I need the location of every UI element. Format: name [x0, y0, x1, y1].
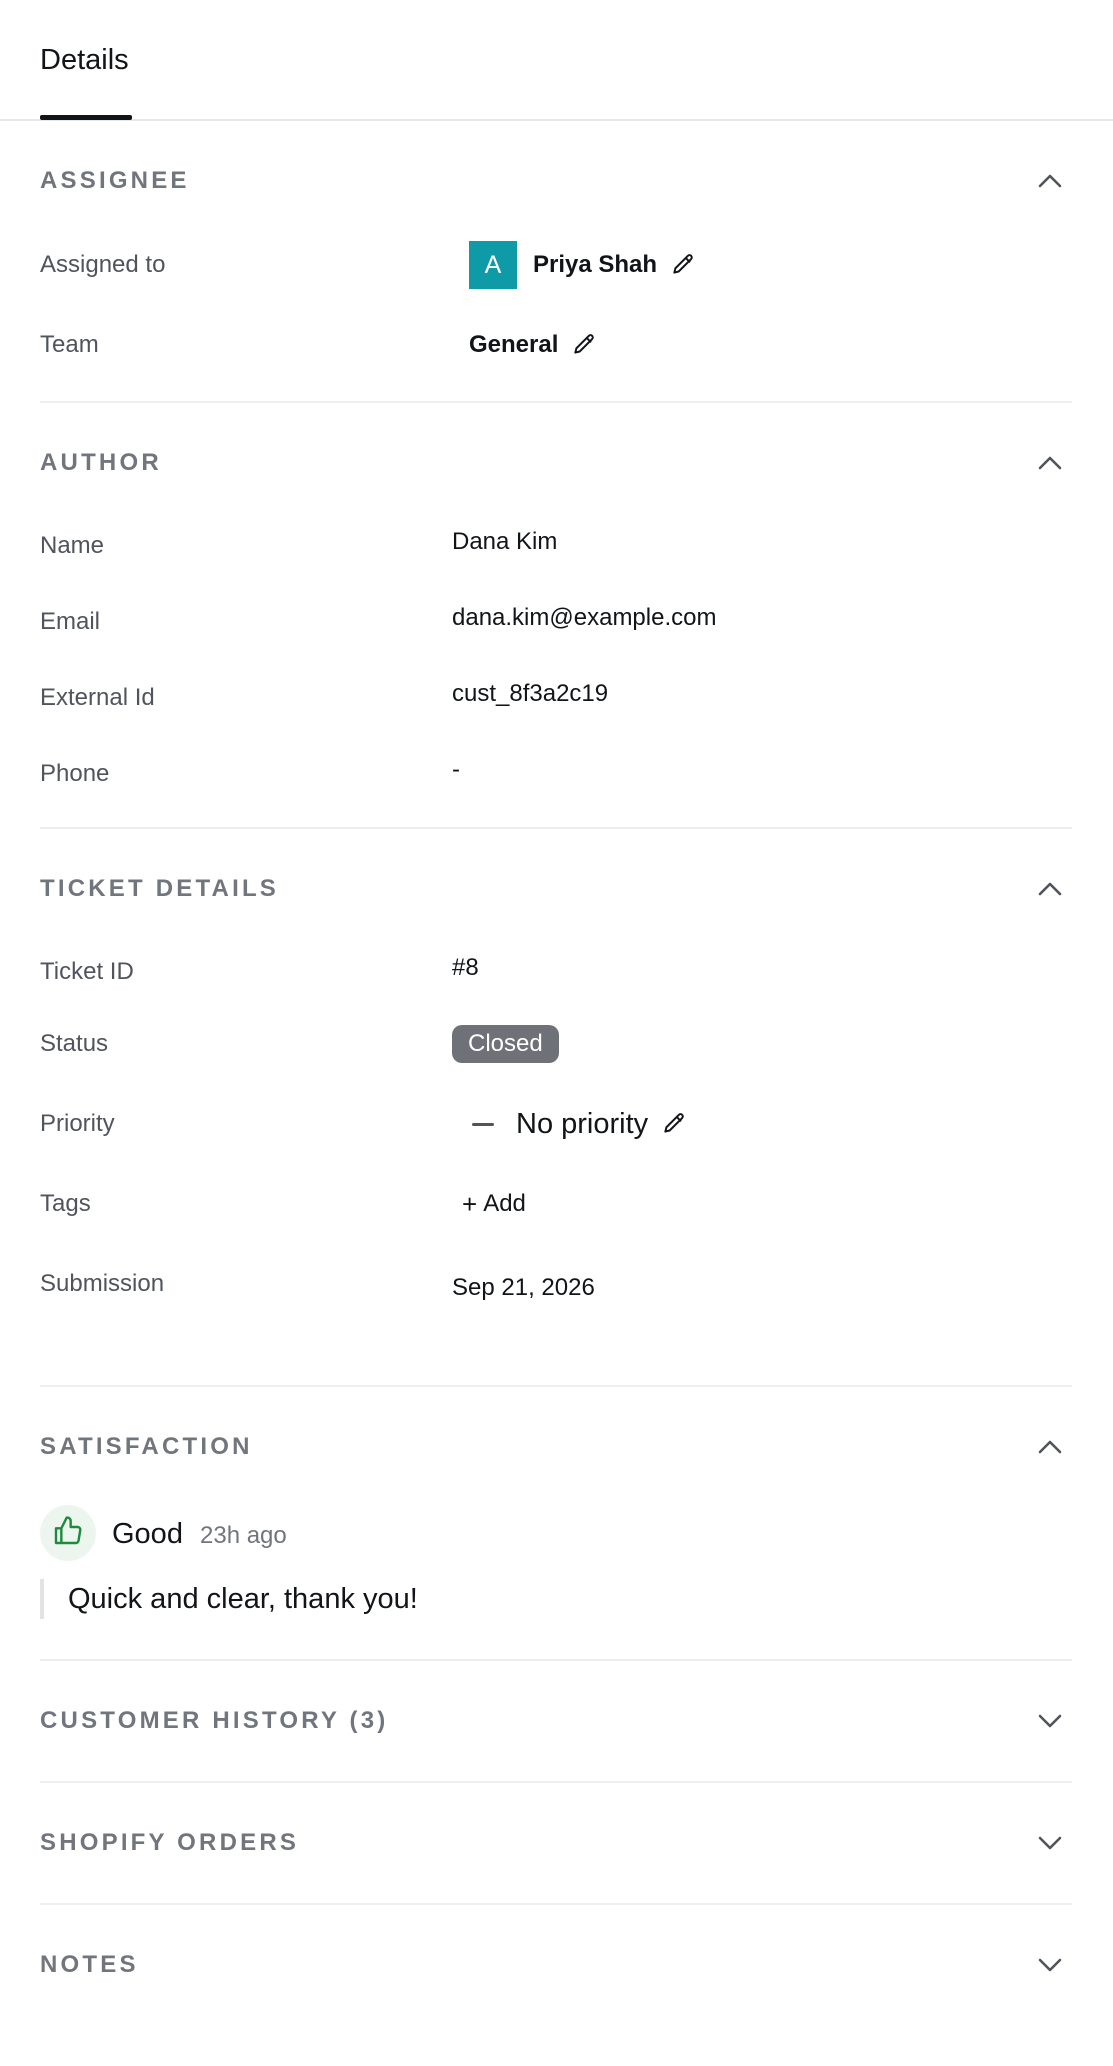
priority-label: Priority	[40, 1110, 115, 1137]
chevron-up-icon[interactable]	[1036, 449, 1064, 477]
customer-history-section: CUSTOMER HISTORY (3)	[40, 1661, 1072, 1783]
ticket-details-section: TICKET DETAILS Ticket ID #8 Status Close…	[40, 829, 1072, 1387]
priority-text: No priority	[516, 1107, 649, 1140]
assignee-section-header[interactable]: ASSIGNEE	[40, 161, 1072, 201]
active-tab-indicator	[40, 115, 132, 120]
assigned-to-value[interactable]: A Priya Shah	[469, 241, 697, 289]
notes-section: NOTES	[40, 1905, 1072, 2027]
submission-value: Sep 21, 2026	[452, 1274, 595, 1301]
author-section: AUTHOR Name Dana Kim Email dana.kim@exam…	[40, 403, 1072, 829]
ticket-details-section-header[interactable]: TICKET DETAILS	[40, 869, 1072, 909]
author-phone-row: Phone -	[40, 748, 1072, 796]
author-section-title: AUTHOR	[40, 449, 162, 476]
assignee-section: ASSIGNEE Assigned to A Priya Shah Team G…	[40, 121, 1072, 403]
ticket-id-label: Ticket ID	[40, 958, 134, 985]
team-name: General	[469, 331, 559, 358]
customer-history-section-title: CUSTOMER HISTORY (3)	[40, 1707, 389, 1734]
customer-history-section-header[interactable]: CUSTOMER HISTORY (3)	[40, 1701, 1072, 1741]
chevron-up-icon[interactable]	[1036, 167, 1064, 195]
ticket-id-row: Ticket ID #8	[40, 946, 1072, 994]
edit-priority-pencil-icon[interactable]	[660, 1110, 688, 1138]
satisfaction-section: SATISFACTION Good 23h ago Quick and clea…	[40, 1387, 1072, 1661]
plus-icon: +	[462, 1188, 478, 1219]
chevron-down-icon[interactable]	[1036, 1951, 1064, 1979]
author-external-id-label: External Id	[40, 684, 155, 711]
edit-assignee-pencil-icon[interactable]	[669, 251, 697, 279]
add-tag-button[interactable]: + Add	[452, 1189, 526, 1220]
assignee-section-title: ASSIGNEE	[40, 167, 190, 194]
satisfaction-rating-badge	[40, 1505, 96, 1561]
author-phone-value: -	[452, 756, 460, 783]
assigned-to-label: Assigned to	[40, 251, 166, 278]
submission-label: Submission	[40, 1270, 165, 1297]
satisfaction-comment: Quick and clear, thank you!	[40, 1579, 1040, 1619]
author-external-id-value: cust_8f3a2c19	[452, 680, 609, 707]
author-section-header[interactable]: AUTHOR	[40, 443, 1072, 483]
author-email-value: dana.kim@example.com	[452, 604, 717, 631]
satisfaction-rating: Good	[112, 1518, 183, 1550]
satisfaction-section-header[interactable]: SATISFACTION	[40, 1427, 1072, 1467]
submission-row: Submission Sep 21, 2026	[40, 1260, 1072, 1308]
author-external-id-row: External Id cust_8f3a2c19	[40, 672, 1072, 720]
chevron-up-icon[interactable]	[1036, 1433, 1064, 1461]
notes-section-title: NOTES	[40, 1951, 139, 1978]
status-row: Status Closed	[40, 1020, 1072, 1068]
chevron-up-icon[interactable]	[1036, 875, 1064, 903]
status-badge: Closed	[452, 1025, 559, 1063]
priority-row: Priority No priority	[40, 1100, 1072, 1148]
shopify-orders-section-header[interactable]: SHOPIFY ORDERS	[40, 1823, 1072, 1863]
tags-value: + Add	[452, 1189, 526, 1220]
satisfaction-time: 23h ago	[200, 1522, 287, 1549]
add-tag-label: Add	[483, 1190, 526, 1217]
edit-team-pencil-icon[interactable]	[570, 331, 598, 359]
status-value: Closed	[452, 1025, 559, 1063]
team-row: Team General	[40, 321, 1072, 369]
assignee-name: Priya Shah	[533, 251, 658, 278]
shopify-orders-section-title: SHOPIFY ORDERS	[40, 1829, 300, 1856]
author-name-value: Dana Kim	[452, 528, 558, 555]
tab-details[interactable]: Details	[40, 0, 129, 121]
status-label: Status	[40, 1030, 109, 1057]
no-priority-dash-icon	[472, 1122, 494, 1126]
chevron-down-icon[interactable]	[1036, 1707, 1064, 1735]
team-label: Team	[40, 331, 99, 358]
author-email-label: Email	[40, 608, 101, 635]
tab-bar: Details	[0, 0, 1113, 121]
tags-label: Tags	[40, 1190, 91, 1217]
shopify-orders-section: SHOPIFY ORDERS	[40, 1783, 1072, 1905]
notes-section-header[interactable]: NOTES	[40, 1945, 1072, 1985]
author-name-row: Name Dana Kim	[40, 520, 1072, 568]
priority-value[interactable]: No priority	[452, 1108, 688, 1141]
team-value[interactable]: General	[469, 331, 598, 359]
thumbs-up-icon	[52, 1515, 84, 1552]
assigned-to-row: Assigned to A Priya Shah	[40, 241, 1072, 289]
ticket-id-value: #8	[452, 954, 479, 981]
tags-row: Tags + Add	[40, 1180, 1072, 1228]
author-phone-label: Phone	[40, 760, 110, 787]
chevron-down-icon[interactable]	[1036, 1829, 1064, 1857]
satisfaction-section-title: SATISFACTION	[40, 1433, 253, 1460]
author-name-label: Name	[40, 532, 105, 559]
author-email-row: Email dana.kim@example.com	[40, 596, 1072, 644]
ticket-details-section-title: TICKET DETAILS	[40, 875, 280, 902]
avatar: A	[469, 241, 517, 289]
details-panel: Details ASSIGNEE Assigned to A Priya Sha…	[0, 0, 1113, 2066]
